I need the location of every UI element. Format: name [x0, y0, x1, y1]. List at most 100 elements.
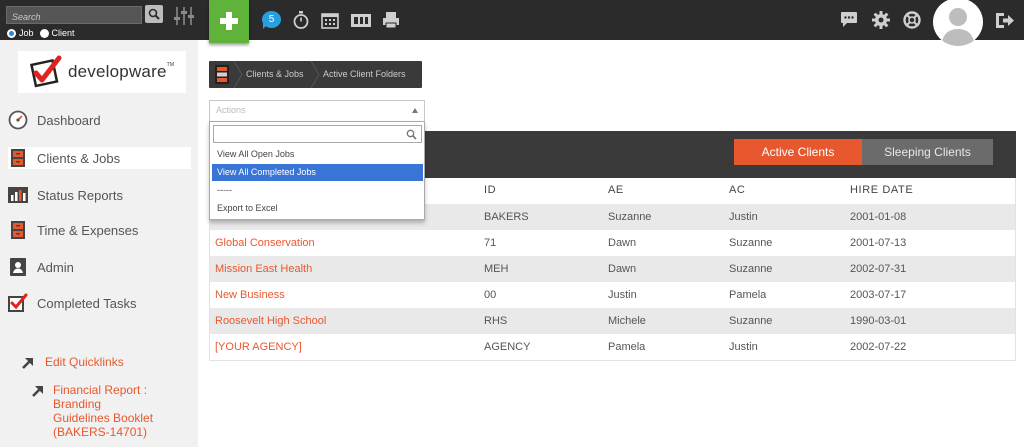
table-row[interactable]: Global Conservation 71 Dawn Suzanne 2001… [210, 230, 1015, 256]
file-cabinet-icon [8, 148, 28, 168]
tab-sleeping-clients[interactable]: Sleeping Clients [862, 139, 993, 165]
search-scope-radio: Job Client [7, 28, 78, 38]
search-icon [406, 129, 417, 140]
top-bar: Job Client 5 [0, 0, 1024, 46]
file-cabinet-icon [215, 65, 229, 84]
sidebar-item-admin[interactable]: Admin [8, 256, 191, 278]
table-row[interactable]: Roosevelt High School RHS Michele Suzann… [210, 308, 1015, 334]
client-ae: Justin [608, 289, 637, 301]
developware-logo-icon [29, 55, 62, 88]
sidebar-item-time-expenses[interactable]: Time & Expenses [8, 219, 191, 241]
radio-client-label: Client [51, 28, 75, 38]
client-ac: Justin [729, 211, 758, 223]
logo-wordmark: developware [68, 62, 167, 81]
arrow-up-right-icon [22, 358, 33, 369]
bar-chart-icon [8, 185, 28, 205]
column-header-id[interactable]: ID [484, 184, 496, 196]
radio-client[interactable] [39, 28, 49, 38]
client-ae: Pamela [608, 341, 646, 353]
dropdown-search-input[interactable] [214, 126, 421, 143]
client-hire-date: 2002-07-31 [850, 263, 907, 275]
client-id: MEH [484, 263, 509, 275]
logout-icon[interactable] [995, 12, 1015, 29]
sidebar-item-dashboard[interactable]: Dashboard [8, 109, 191, 131]
add-button[interactable] [209, 0, 249, 43]
notification-count: 5 [262, 11, 281, 28]
table-row[interactable]: New Business 00 Justin Pamela 2003-07-17 [210, 282, 1015, 308]
breadcrumb-separator [310, 61, 320, 88]
client-ae: Suzanne [608, 211, 652, 223]
menu-item-view-open-jobs[interactable]: View All Open Jobs [212, 146, 423, 163]
client-ac: Justin [729, 341, 758, 353]
client-ae: Dawn [608, 237, 637, 249]
breadcrumb: Clients & Jobs Active Client Folders [209, 61, 422, 88]
client-hire-date: 1990-03-01 [850, 315, 907, 327]
chat-icon[interactable] [840, 11, 858, 28]
chevron-up-icon [412, 108, 418, 113]
menu-item-view-completed-jobs[interactable]: View All Completed Jobs [212, 164, 423, 181]
quicklink-line: Financial Report : Branding [53, 383, 148, 411]
search-button[interactable] [145, 5, 163, 23]
search-input[interactable] [7, 9, 141, 25]
client-name-link[interactable]: Global Conservation [215, 230, 315, 256]
avatar[interactable] [933, 0, 983, 46]
client-ae: Dawn [608, 263, 637, 275]
client-name-link[interactable]: New Business [215, 282, 285, 308]
tab-active-clients[interactable]: Active Clients [734, 139, 862, 165]
search-box [6, 6, 142, 25]
menu-item-export-excel[interactable]: Export to Excel [212, 200, 423, 217]
column-header-ae[interactable]: AE [608, 184, 624, 196]
actions-select[interactable]: Actions [209, 100, 425, 121]
sidebar-item-label: Status Reports [37, 187, 123, 203]
client-name-link[interactable]: Roosevelt High School [215, 308, 326, 334]
table-row[interactable]: Mission East Health MEH Dawn Suzanne 200… [210, 256, 1015, 282]
breadcrumb-separator [233, 61, 243, 88]
quicklink-line: Guidelines Booklet [53, 411, 154, 425]
calendar-icon[interactable] [321, 11, 339, 29]
edit-quicklinks-link[interactable]: Edit Quicklinks [45, 355, 124, 369]
client-hire-date: 2001-07-13 [850, 237, 907, 249]
client-name-link[interactable]: [YOUR AGENCY] [215, 334, 302, 360]
checkbox-icon [8, 293, 28, 313]
quicklink-financial-report[interactable]: Financial Report : Branding Guidelines B… [53, 383, 198, 439]
column-header-ac[interactable]: AC [729, 184, 745, 196]
client-hire-date: 2003-07-17 [850, 289, 907, 301]
radio-job-label: Job [19, 28, 34, 38]
sidebar-item-label: Time & Expenses [37, 222, 139, 238]
client-ac: Suzanne [729, 237, 773, 249]
gear-icon[interactable] [872, 11, 890, 29]
help-lifebuoy-icon[interactable] [903, 11, 921, 29]
column-header-hire-date[interactable]: HIRE DATE [850, 184, 913, 196]
breadcrumb-item-clients-jobs[interactable]: Clients & Jobs [246, 61, 304, 88]
logo[interactable]: developwareTM [18, 51, 186, 93]
sidebar-item-completed-tasks[interactable]: Completed Tasks [8, 292, 191, 314]
client-name-link[interactable]: Mission East Health [215, 256, 312, 282]
client-hire-date: 2001-01-08 [850, 211, 907, 223]
chat-badge[interactable]: 5 [262, 11, 281, 29]
client-ac: Pamela [729, 289, 767, 301]
client-id: 71 [484, 237, 497, 249]
client-id: BAKERS [484, 211, 529, 223]
menu-separator: ----- [217, 185, 232, 195]
sidebar-item-status-reports[interactable]: Status Reports [8, 184, 191, 206]
printer-icon[interactable] [382, 11, 400, 29]
client-ae: Michele [608, 315, 646, 327]
sliders-icon[interactable] [173, 6, 195, 26]
sidebar-item-label: Clients & Jobs [37, 150, 121, 166]
sidebar-item-clients-jobs[interactable]: Clients & Jobs [8, 147, 191, 169]
client-hire-date: 2002-07-22 [850, 341, 907, 353]
sidebar-item-label: Admin [37, 259, 74, 275]
actions-select-value: Actions [216, 105, 246, 115]
table-row[interactable]: [YOUR AGENCY] AGENCY Pamela Justin 2002-… [210, 334, 1015, 360]
radio-job[interactable] [7, 28, 16, 38]
arrow-up-right-icon [32, 386, 43, 397]
file-cabinet-icon [8, 220, 28, 240]
user-silhouette-icon [941, 8, 975, 46]
client-ac: Suzanne [729, 263, 773, 275]
client-id: 00 [484, 289, 497, 301]
client-id: RHS [484, 315, 508, 327]
logo-trademark: TM [166, 62, 175, 68]
stopwatch-icon[interactable] [292, 10, 310, 30]
breadcrumb-item-active-client-folders[interactable]: Active Client Folders [323, 61, 406, 88]
expenses-icon[interactable] [350, 13, 372, 28]
